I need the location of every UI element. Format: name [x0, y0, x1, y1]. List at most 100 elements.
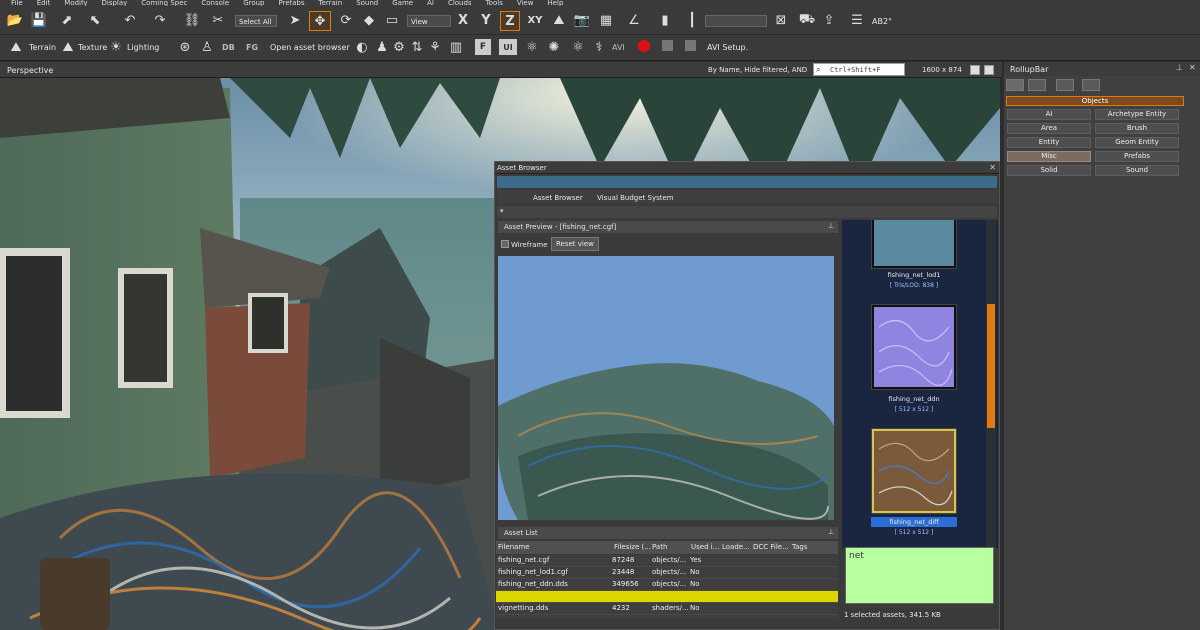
select-all-dropdown[interactable]: Select All [235, 15, 277, 27]
object-type-button[interactable]: Brush [1095, 123, 1179, 134]
bars-icon[interactable]: ▥ [448, 39, 464, 55]
select-mode-icon[interactable]: ▭ [383, 12, 401, 28]
sort-icon[interactable]: ⇅ [409, 39, 425, 55]
close-icon[interactable]: ✕ [1189, 63, 1196, 72]
axis-xy-button[interactable]: XY [525, 12, 545, 28]
tab-asset-browser[interactable]: Asset Browser [533, 194, 583, 202]
column-filesize[interactable]: Filesize (... [614, 543, 651, 551]
asset-row[interactable]: vignetting.dds 4232 shaders/... No [496, 603, 838, 615]
object-type-button[interactable]: Sound [1095, 165, 1179, 176]
thumbnail-fishing-net-lod1[interactable] [872, 220, 956, 268]
undo-icon[interactable]: ↶ [120, 12, 140, 28]
wireframe-checkbox[interactable] [501, 240, 509, 248]
select-arrow-icon[interactable]: ➤ [285, 12, 305, 28]
texture-icon[interactable]: ⛰ [60, 39, 76, 55]
rotate-icon[interactable]: ⟳ [337, 12, 355, 28]
pin-icon[interactable]: ⊥ [1176, 63, 1183, 72]
object-type-button[interactable]: Archetype Entity [1095, 109, 1179, 120]
asset-row[interactable] [496, 591, 838, 603]
character-icon[interactable]: ♙ [199, 39, 215, 55]
thumbnail-fishing-net-diff[interactable] [872, 429, 956, 513]
lighting-button[interactable]: Lighting [127, 43, 159, 52]
level-dropdown[interactable] [705, 15, 767, 27]
axis-x-button[interactable]: X [455, 12, 471, 28]
ui-editor-icon[interactable]: UI [499, 39, 517, 55]
object-type-button[interactable]: Solid [1007, 165, 1091, 176]
vertical-ruler-icon[interactable]: ┃ [684, 12, 700, 28]
column-filename[interactable]: Filename [498, 543, 530, 551]
fg-button[interactable]: FG [246, 43, 258, 52]
viewport-title[interactable]: Perspective [7, 66, 53, 75]
collapse-icon[interactable]: ▾ [500, 207, 504, 215]
open-folder-icon[interactable]: 📂 [6, 12, 24, 28]
pin-icon[interactable]: ⊥ [828, 528, 834, 536]
display-tab-icon[interactable] [1082, 79, 1100, 91]
pause-icon[interactable] [685, 40, 696, 51]
column-path[interactable]: Path [652, 543, 667, 551]
modify-tab-icon[interactable] [1056, 79, 1074, 91]
asset-preview-canvas[interactable] [498, 256, 834, 520]
dna-icon[interactable]: ⚕ [591, 39, 607, 55]
asset-row[interactable]: fishing_net.cgf 87248 objects/... Yes [496, 555, 838, 567]
axis-z-button[interactable]: Z [500, 11, 520, 31]
move-icon[interactable]: ✥ [309, 11, 331, 31]
export-icon[interactable]: ⊠ [772, 12, 790, 28]
ruler-icon[interactable]: ▮ [655, 12, 675, 28]
angle-snap-icon[interactable]: ∠ [622, 12, 646, 28]
column-used-in[interactable]: Used i... [691, 543, 719, 551]
unlink-objects-icon[interactable]: ⬉ [84, 12, 106, 28]
thumbnail-scrollbar[interactable] [986, 220, 996, 548]
atom-icon[interactable]: ⚛ [524, 39, 540, 55]
terrain-snap-icon[interactable]: ⛰ [550, 12, 568, 28]
db-button[interactable]: DB [222, 43, 235, 52]
asset-row[interactable]: fishing_net_lod1.cgf 23448 objects/... No [496, 567, 838, 579]
stop-icon[interactable] [662, 40, 673, 51]
globe-icon[interactable]: ⊛ [177, 39, 193, 55]
axis-y-button[interactable]: Y [478, 12, 494, 28]
viewport-search-box[interactable]: ⌕ Ctrl+Shift+F [813, 63, 905, 76]
record-icon[interactable] [638, 40, 650, 52]
pin-icon[interactable]: ⊥ [828, 222, 834, 230]
lighting-icon[interactable]: ☀ [108, 39, 124, 55]
view-dropdown[interactable]: View [407, 15, 451, 27]
viewport-options-icon[interactable] [984, 65, 994, 75]
node-icon[interactable]: ⚘ [427, 39, 443, 55]
molecule-icon[interactable]: ⚛ [570, 39, 586, 55]
reset-view-button[interactable]: Reset view [551, 237, 599, 251]
gear-icon[interactable]: ⚙ [391, 39, 407, 55]
object-type-button[interactable]: Geom Entity [1095, 137, 1179, 148]
column-tags[interactable]: Tags [792, 543, 808, 551]
terrain-tab-icon[interactable] [1028, 79, 1046, 91]
grid-icon[interactable]: ▦ [597, 12, 615, 28]
layers-icon[interactable]: ☰ [848, 12, 866, 28]
column-dcc-file[interactable]: DCC File... [753, 543, 789, 551]
flowgraph-icon[interactable]: F [475, 39, 491, 55]
create-tab-icon[interactable] [1006, 79, 1024, 91]
close-icon[interactable]: ✕ [989, 163, 996, 172]
object-type-button[interactable]: AI [1007, 109, 1091, 120]
paint-icon[interactable]: ◐ [354, 39, 370, 55]
save-icon[interactable]: 💾 [30, 12, 48, 28]
object-type-button[interactable]: Prefabs [1095, 151, 1179, 162]
scrollbar-thumb[interactable] [987, 304, 995, 428]
object-type-button[interactable]: Misc [1007, 151, 1091, 162]
terrain-button[interactable]: Terrain [29, 43, 56, 52]
thumbnail-fishing-net-ddn[interactable] [872, 305, 956, 389]
tab-visual-budget-system[interactable]: Visual Budget System [597, 194, 674, 202]
asset-search-field[interactable]: net [845, 547, 994, 604]
redo-icon[interactable]: ↷ [150, 12, 170, 28]
texture-button[interactable]: Texture [78, 43, 107, 52]
open-asset-browser-button[interactable]: Open asset browser [270, 43, 350, 52]
objects-section-header[interactable]: Objects [1006, 96, 1184, 106]
terrain-icon[interactable]: ⛰ [8, 39, 24, 55]
camera-icon[interactable]: 📷 [573, 12, 591, 28]
link-icon[interactable]: ⛓ [182, 12, 202, 28]
particles-icon[interactable]: ✺ [546, 39, 562, 55]
avi-setup-button[interactable]: AVI Setup. [707, 43, 748, 52]
asset-row[interactable]: fishing_net_ddn.dds 349656 objects/... No [496, 579, 838, 591]
scale-icon[interactable]: ◆ [360, 12, 378, 28]
physics-icon[interactable]: ⛟ [798, 12, 816, 28]
column-loaded[interactable]: Loade... [722, 543, 750, 551]
maximize-icon[interactable] [970, 65, 980, 75]
object-type-button[interactable]: Area [1007, 123, 1091, 134]
